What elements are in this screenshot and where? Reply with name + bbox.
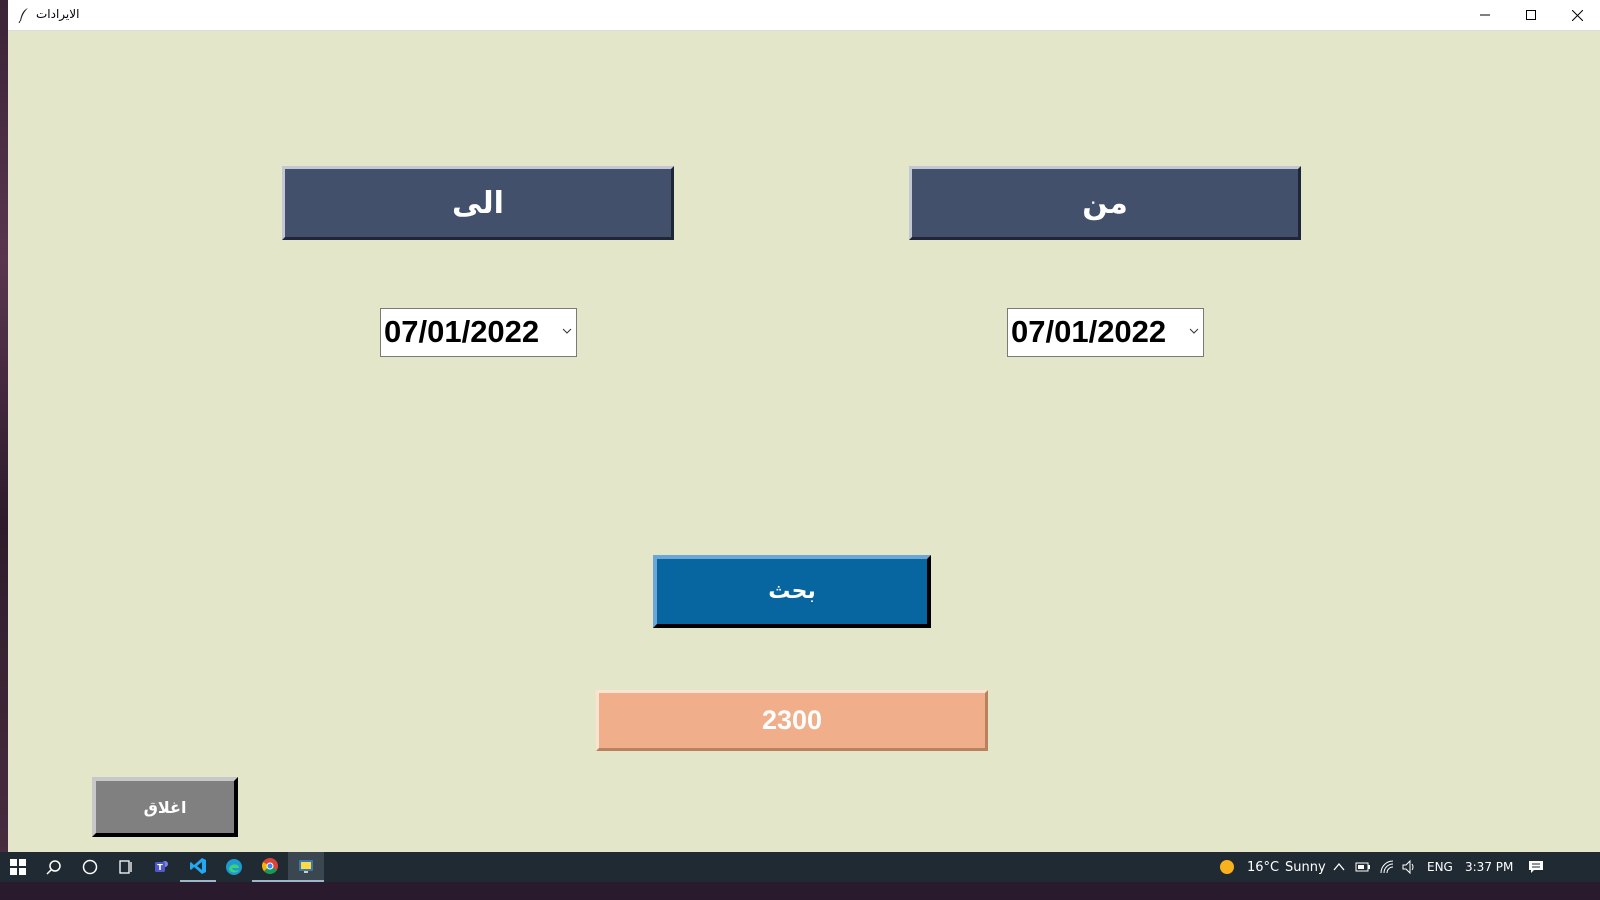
clock[interactable]: 3:37 PM xyxy=(1465,860,1513,874)
to-date-value: 07/01/2022 xyxy=(384,314,540,349)
close-button[interactable]: اغلاق xyxy=(92,777,238,837)
chevron-down-icon[interactable] xyxy=(1189,326,1199,336)
from-date-picker[interactable]: 07/01/2022 xyxy=(1007,308,1204,357)
battery-icon[interactable] xyxy=(1355,859,1371,875)
edge-icon[interactable] xyxy=(216,852,252,882)
to-label: الى xyxy=(282,166,674,240)
volume-icon[interactable] xyxy=(1401,859,1417,875)
to-date-picker[interactable]: 07/01/2022 xyxy=(380,308,577,357)
search-icon[interactable] xyxy=(36,852,72,882)
maximize-icon xyxy=(1526,10,1536,20)
task-view-icon[interactable] xyxy=(108,852,144,882)
close-icon xyxy=(1571,9,1583,21)
desktop-wallpaper-edge xyxy=(0,0,8,870)
from-label: من xyxy=(909,166,1301,240)
feather-icon xyxy=(18,8,28,23)
window-title: الايرادات xyxy=(36,7,80,21)
taskbar: T 16°C Sunny ENG 3:37 PM xyxy=(0,852,1600,882)
language-indicator[interactable]: ENG xyxy=(1427,860,1453,874)
wifi-icon[interactable] xyxy=(1379,859,1395,875)
start-icon[interactable] xyxy=(0,852,36,882)
maximize-button[interactable] xyxy=(1508,0,1554,30)
cortana-icon[interactable] xyxy=(72,852,108,882)
chevron-down-icon[interactable] xyxy=(562,326,572,336)
minimize-button[interactable] xyxy=(1462,0,1508,30)
svg-text:T: T xyxy=(157,863,163,872)
weather-temperature[interactable]: 16°C xyxy=(1247,860,1279,875)
teams-icon[interactable]: T xyxy=(144,852,180,882)
minimize-icon xyxy=(1480,14,1490,16)
app-window: الايرادات الى من 07/01/2022 07/01/2022 ب… xyxy=(8,0,1600,870)
total-result: 2300 xyxy=(596,690,988,751)
weather-sun-icon[interactable] xyxy=(1219,859,1235,875)
close-window-button[interactable] xyxy=(1554,0,1600,30)
from-date-value: 07/01/2022 xyxy=(1011,314,1167,349)
chevron-up-icon[interactable] xyxy=(1331,859,1347,875)
notifications-icon[interactable] xyxy=(1528,859,1544,875)
search-button[interactable]: بحث xyxy=(653,555,931,628)
title-bar: الايرادات xyxy=(8,0,1600,31)
chrome-icon[interactable] xyxy=(252,852,288,882)
vscode-icon[interactable] xyxy=(180,852,216,882)
python-icon[interactable] xyxy=(288,852,324,882)
weather-condition[interactable]: Sunny xyxy=(1285,860,1326,875)
